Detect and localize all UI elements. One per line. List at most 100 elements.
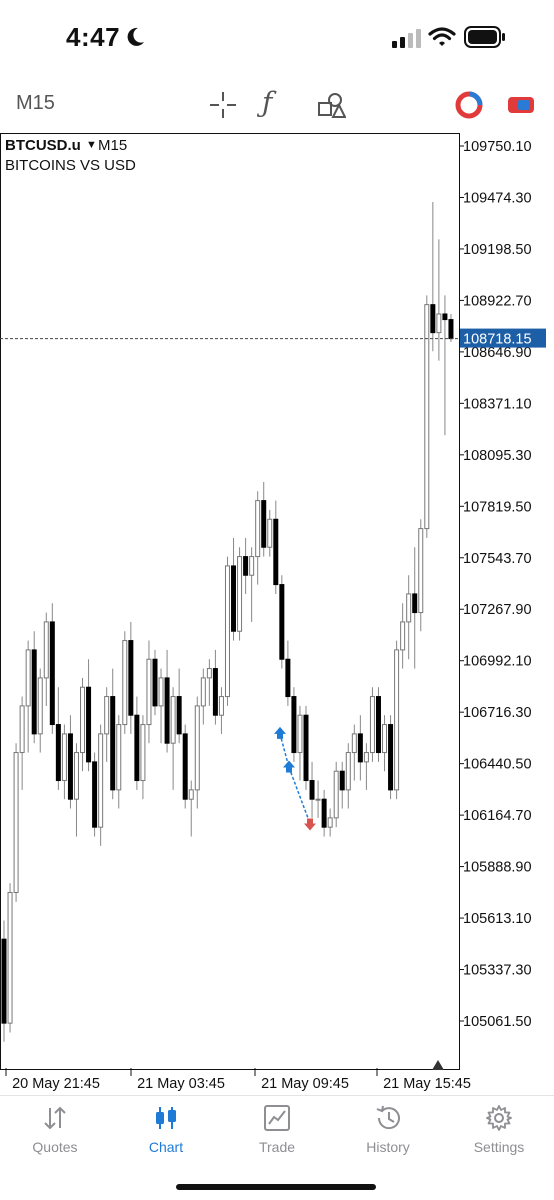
chart-toolbar: M15 ƒ bbox=[0, 80, 554, 130]
trade-tab-icon bbox=[264, 1105, 290, 1131]
bearish-candle bbox=[448, 319, 454, 340]
color-icon[interactable] bbox=[454, 90, 484, 120]
bearish-candle bbox=[67, 733, 73, 800]
bearish-candle bbox=[152, 658, 158, 707]
bullish-candle bbox=[333, 770, 339, 819]
bearish-candle bbox=[231, 565, 237, 632]
tab-quotes[interactable]: Quotes bbox=[0, 1096, 110, 1166]
price-tick-label: 107543.70 bbox=[463, 551, 532, 567]
chart-description: BITCOINS VS USD bbox=[5, 157, 136, 174]
bullish-candle bbox=[80, 686, 86, 754]
bearish-candle bbox=[182, 733, 188, 800]
current-price-label: 108718.15 bbox=[463, 332, 532, 348]
bullish-candle bbox=[43, 621, 49, 679]
price-tick-label: 108922.70 bbox=[463, 293, 532, 309]
price-tick-label: 107267.90 bbox=[463, 602, 532, 618]
bearish-candle bbox=[164, 677, 170, 744]
bearish-candle bbox=[388, 724, 394, 791]
bearish-candle bbox=[279, 584, 285, 660]
objects-icon[interactable] bbox=[316, 90, 346, 120]
tab-settings[interactable]: Settings bbox=[444, 1096, 554, 1166]
history-icon bbox=[376, 1105, 400, 1130]
bullish-candle bbox=[170, 696, 176, 744]
time-tick-label: 21 May 15:45 bbox=[383, 1076, 471, 1092]
price-tick-label: 109198.50 bbox=[463, 242, 532, 258]
bullish-candle bbox=[327, 817, 333, 828]
bullish-candle bbox=[267, 518, 273, 548]
crosshair-icon[interactable] bbox=[208, 90, 238, 120]
bearish-candle bbox=[49, 621, 55, 726]
bearish-candle bbox=[442, 313, 448, 321]
bearish-candle bbox=[212, 668, 218, 716]
price-tick-label: 109474.30 bbox=[463, 190, 532, 206]
bearish-candle bbox=[243, 556, 249, 576]
bearish-candle bbox=[1, 938, 7, 1024]
bullish-candle bbox=[194, 705, 200, 791]
signal-icon bbox=[392, 29, 421, 48]
price-tick-label: 106716.30 bbox=[463, 705, 532, 721]
axis-layer: 109750.10109474.30109198.50108922.701086… bbox=[0, 133, 546, 1092]
bearish-candle bbox=[412, 593, 418, 614]
bullish-candle bbox=[37, 677, 43, 735]
bullish-candle bbox=[188, 789, 194, 800]
bullish-candle bbox=[140, 724, 146, 782]
bullish-candle bbox=[104, 696, 110, 735]
bearish-candle bbox=[321, 798, 327, 828]
tab-label: Trade bbox=[258, 1139, 296, 1155]
tab-label: Chart bbox=[148, 1139, 184, 1155]
bullish-candle bbox=[394, 649, 400, 791]
chart-timeframe: M15 bbox=[98, 137, 128, 154]
price-tick-label: 106440.50 bbox=[463, 757, 532, 773]
price-tick-label: 107819.50 bbox=[463, 499, 532, 515]
bullish-candle bbox=[351, 733, 357, 754]
bullish-candle bbox=[98, 733, 104, 828]
bullish-candle bbox=[369, 696, 375, 754]
bearish-candle bbox=[357, 733, 363, 763]
function-icon[interactable]: ƒ bbox=[262, 86, 292, 119]
price-tick-label: 109750.10 bbox=[463, 139, 532, 155]
bullish-candle bbox=[218, 696, 224, 716]
trade-icon[interactable] bbox=[506, 90, 536, 120]
bearish-candle bbox=[110, 696, 116, 791]
bearish-candle bbox=[86, 686, 92, 763]
bearish-candle bbox=[339, 770, 345, 791]
price-tick-label: 105061.50 bbox=[463, 1014, 532, 1030]
chart-icon bbox=[156, 1107, 176, 1129]
bullish-candle bbox=[146, 658, 152, 726]
bearish-candle bbox=[309, 780, 315, 800]
symbol-dropdown-icon[interactable]: ▼ bbox=[86, 139, 97, 151]
bearish-candle bbox=[291, 696, 297, 754]
tab-label: History bbox=[366, 1139, 410, 1155]
timeframe-button[interactable]: M15 bbox=[16, 92, 55, 115]
bullish-candle bbox=[237, 556, 243, 632]
time-tick-label: 21 May 03:45 bbox=[137, 1076, 225, 1092]
bullish-candle bbox=[19, 705, 25, 754]
bearish-candle bbox=[303, 714, 309, 782]
tab-history[interactable]: History bbox=[333, 1096, 443, 1166]
time-tick-label: 21 May 09:45 bbox=[261, 1076, 349, 1092]
bullish-candle bbox=[13, 752, 19, 894]
tab-bar: Quotes Chart Trade History Settings bbox=[0, 1095, 554, 1165]
chart-canvas[interactable]: 109750.10109474.30109198.50108922.701086… bbox=[0, 133, 554, 1093]
tab-trade[interactable]: Trade bbox=[222, 1096, 332, 1166]
bearish-candle bbox=[31, 649, 37, 735]
tab-chart[interactable]: Chart bbox=[111, 1096, 221, 1166]
time-tick-label: 20 May 21:45 bbox=[12, 1076, 100, 1092]
bullish-candle bbox=[363, 752, 369, 763]
chart-symbol[interactable]: BTCUSD.u bbox=[5, 137, 81, 154]
bearish-candle bbox=[176, 696, 182, 735]
moon-icon bbox=[127, 27, 144, 46]
bullish-candle bbox=[158, 677, 164, 707]
bearish-candle bbox=[128, 640, 134, 716]
status-time: 4:47 bbox=[66, 22, 121, 52]
bullish-candle bbox=[249, 556, 255, 576]
plot-frame bbox=[0, 133, 460, 1070]
bearish-candle bbox=[375, 696, 381, 754]
bullish-candle bbox=[116, 724, 122, 791]
price-chart[interactable]: 109750.10 109474.30 109198.50 108922.70 1086… bbox=[0, 133, 554, 1092]
bullish-candle bbox=[382, 724, 388, 754]
bullish-candle bbox=[224, 565, 230, 698]
buy-arrow-marker bbox=[283, 760, 295, 773]
bullish-candle bbox=[25, 649, 31, 707]
bullish-candle bbox=[406, 593, 412, 623]
